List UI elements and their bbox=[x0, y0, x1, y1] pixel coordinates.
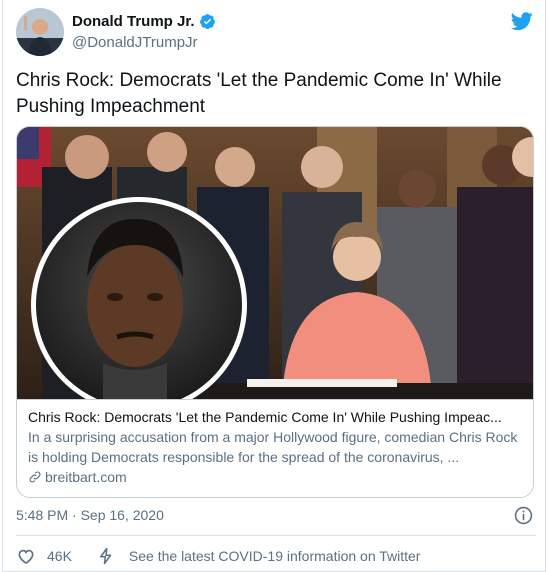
tweet-text-line: Chris Rock: Democrats 'Let the Pandemic … bbox=[16, 70, 502, 91]
twitter-bird-icon[interactable] bbox=[510, 10, 534, 32]
divider bbox=[16, 535, 536, 536]
verified-badge-icon bbox=[199, 14, 215, 30]
tweet-timestamp[interactable]: 5:48 PM · Sep 16, 2020 bbox=[16, 507, 164, 523]
heart-icon[interactable] bbox=[16, 546, 36, 566]
like-count[interactable]: 46K bbox=[47, 548, 72, 564]
card-description: In a surprising accusation from a major … bbox=[28, 429, 518, 465]
user-handle[interactable]: @DonaldJTrumpJr bbox=[72, 34, 198, 51]
card-image[interactable] bbox=[17, 127, 533, 413]
avatar[interactable] bbox=[16, 8, 64, 56]
card-title[interactable]: Chris Rock: Democrats 'Let the Pandemic … bbox=[28, 407, 524, 427]
tweet-card: Donald Trump Jr. @DonaldJTrumpJr Chris R… bbox=[2, 0, 546, 572]
info-icon[interactable] bbox=[514, 506, 533, 525]
name-row: Donald Trump Jr. bbox=[72, 13, 216, 30]
tweet-text-line: Pushing Impeachment bbox=[16, 96, 206, 117]
card-body[interactable]: Chris Rock: Democrats 'Let the Pandemic … bbox=[17, 399, 533, 497]
card-domain-text[interactable]: breitbart.com bbox=[45, 467, 127, 487]
tweet-text: Chris Rock: Democrats 'Let the Pandemic … bbox=[16, 68, 536, 120]
display-name[interactable]: Donald Trump Jr. bbox=[72, 13, 195, 30]
tweet-actions: 46K See the latest COVID-19 information … bbox=[16, 545, 420, 567]
tweet-header: Donald Trump Jr. @DonaldJTrumpJr bbox=[16, 8, 536, 58]
card-domain[interactable]: breitbart.com bbox=[28, 467, 524, 487]
link-preview-card[interactable]: Chris Rock: Democrats 'Let the Pandemic … bbox=[16, 126, 534, 498]
lightning-bolt-icon[interactable] bbox=[97, 546, 115, 566]
covid-info-link[interactable]: See the latest COVID-19 information on T… bbox=[129, 548, 421, 564]
link-icon bbox=[29, 471, 41, 483]
